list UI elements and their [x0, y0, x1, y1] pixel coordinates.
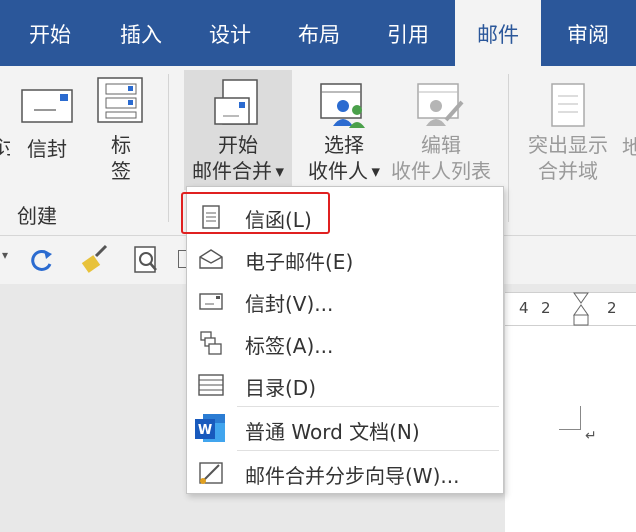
highlight-merge-fields-line2: 合并域: [538, 159, 598, 183]
ruler-tick-label: 2: [607, 299, 617, 317]
annotation-highlight-box: [181, 192, 330, 234]
highlight-merge-fields-icon: [551, 83, 585, 127]
edit-recipient-list-button[interactable]: 编辑 收件人列表: [388, 76, 494, 190]
group-label-create: 创建: [17, 204, 57, 228]
dropdown-arrow-icon: ▼: [272, 165, 284, 179]
cut-off-button-label: 讨: [0, 134, 10, 160]
email-icon: [199, 249, 223, 269]
indent-marker-icon[interactable]: [571, 291, 591, 329]
group-separator: [168, 74, 169, 222]
menu-item-directory[interactable]: 目录(D): [187, 363, 503, 407]
directory-icon: [198, 374, 224, 396]
group-separator: [508, 74, 509, 222]
highlight-merge-fields-line1: 突出显示: [528, 133, 608, 157]
menu-item-label: 普通 Word 文档(N): [245, 420, 420, 444]
labels-label-line1: 标: [111, 133, 131, 157]
tab-home[interactable]: 开始: [12, 0, 88, 66]
wizard-icon: [199, 462, 223, 484]
start-mail-merge-button[interactable]: 开始 邮件合并 ▼: [184, 70, 292, 190]
dropdown-arrow-icon[interactable]: ▾: [2, 248, 8, 262]
menu-item-label: 电子邮件(E): [245, 250, 354, 274]
edit-recipient-list-line1: 编辑: [421, 133, 461, 157]
menu-item-normal-word-document[interactable]: W 普通 Word 文档(N): [187, 407, 503, 451]
tab-insert[interactable]: 插入: [103, 0, 179, 66]
select-recipients-line1: 选择: [324, 133, 364, 157]
select-recipients-line2: 收件人: [308, 159, 369, 183]
start-mail-merge-line1: 开始: [218, 133, 258, 157]
menu-item-label: 信封(V)...: [245, 292, 334, 316]
redo-icon[interactable]: [28, 246, 56, 274]
menu-item-label: 目录(D): [245, 376, 317, 400]
tab-layout[interactable]: 布局: [281, 0, 357, 66]
envelopes-button[interactable]: 信封: [14, 82, 80, 194]
menu-item-label: 邮件合并分步向导(W)...: [245, 464, 460, 488]
cut-off-button-label: 地: [622, 135, 636, 159]
horizontal-ruler: 4 2 2: [505, 292, 636, 326]
word-icon: W: [195, 414, 225, 442]
dropdown-arrow-icon: ▼: [368, 165, 380, 179]
labels-icon: [200, 331, 222, 355]
print-preview-icon[interactable]: [132, 244, 162, 276]
select-recipients-button[interactable]: 选择 收件人 ▼: [298, 76, 390, 190]
select-recipients-icon: [320, 83, 365, 128]
tab-review[interactable]: 审阅: [548, 0, 628, 66]
ribbon-tab-bar: 开始 插入 设计 布局 引用 邮件 审阅: [0, 0, 636, 66]
menu-item-mail-merge-wizard[interactable]: 邮件合并分步向导(W)...: [187, 451, 503, 495]
menu-item-email[interactable]: 电子邮件(E): [187, 237, 503, 281]
ruler-tick-label: 4: [519, 299, 529, 317]
svg-text:W: W: [198, 423, 212, 438]
menu-item-labels[interactable]: 标签(A)...: [187, 321, 503, 365]
start-mail-merge-icon: [214, 79, 258, 125]
start-mail-merge-line2: 邮件合并: [192, 159, 273, 183]
envelope-icon: [199, 293, 223, 310]
edit-recipient-list-line2: 收件人列表: [391, 159, 491, 183]
paragraph-mark: ↵: [585, 428, 597, 444]
labels-button[interactable]: 标 签: [88, 74, 154, 194]
tab-references[interactable]: 引用: [370, 0, 446, 66]
tab-design[interactable]: 设计: [192, 0, 268, 66]
highlight-merge-fields-button[interactable]: 突出显示 合并域: [520, 76, 616, 190]
menu-item-label: 标签(A)...: [245, 334, 334, 358]
envelope-icon: [21, 89, 73, 123]
menu-item-envelopes[interactable]: 信封(V)...: [187, 279, 503, 323]
ruler-tick-label: 2: [541, 299, 551, 317]
edit-recipient-list-icon: [417, 83, 464, 126]
document-page[interactable]: ↵: [505, 326, 636, 532]
tab-mailings[interactable]: 邮件: [455, 0, 541, 66]
margin-corner-mark: [559, 406, 581, 430]
format-painter-icon[interactable]: [80, 244, 110, 274]
toolbar-icon-partial: [178, 250, 186, 268]
labels-label-line2: 签: [111, 159, 131, 183]
labels-icon: [97, 77, 143, 123]
envelopes-label: 信封: [27, 137, 67, 161]
